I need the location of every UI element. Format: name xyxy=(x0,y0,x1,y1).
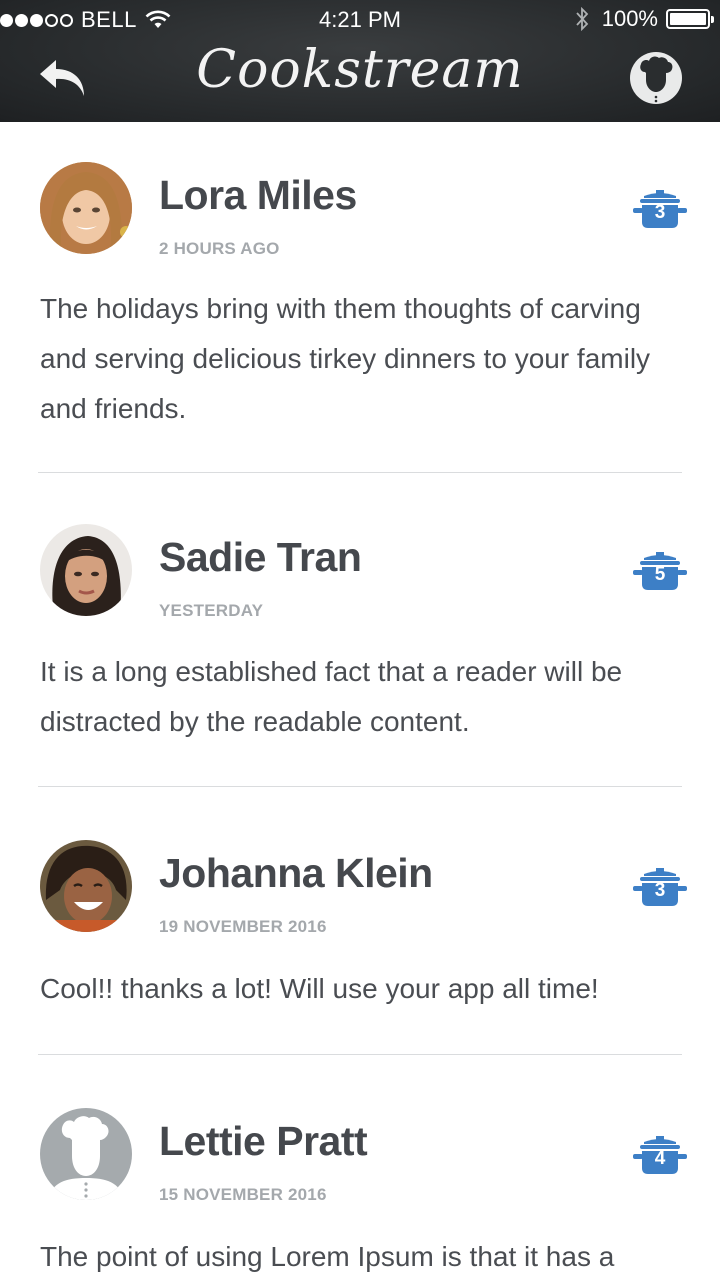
status-bar: BELL 4:21 PM 100% xyxy=(0,0,720,40)
post-timestamp: 19 NOVEMBER 2016 xyxy=(159,917,327,936)
avatar[interactable] xyxy=(40,840,132,932)
author-name[interactable]: Johanna Klein xyxy=(159,850,433,897)
pot-count-badge[interactable]: 5 xyxy=(630,548,690,596)
avatar[interactable] xyxy=(40,1108,132,1200)
battery-percent: 100% xyxy=(601,6,658,31)
pot-count: 4 xyxy=(654,1148,666,1169)
author-name[interactable]: Lora Miles xyxy=(159,172,357,219)
chef-hat-icon[interactable] xyxy=(628,50,684,106)
post-text: Cool!! thanks a lot! Will use your app a… xyxy=(40,973,599,1004)
app-header: BELL 4:21 PM 100% Cookstream xyxy=(0,0,720,122)
pot-count-badge[interactable]: 4 xyxy=(630,1132,690,1180)
post-text: The holidays bring with them thoughts of… xyxy=(40,293,651,424)
divider xyxy=(38,786,682,787)
avatar[interactable] xyxy=(40,162,132,254)
post-timestamp: 15 NOVEMBER 2016 xyxy=(159,1185,327,1204)
avatar[interactable] xyxy=(40,524,132,616)
divider xyxy=(38,472,682,473)
post-timestamp: 2 HOURS AGO xyxy=(159,239,280,258)
pot-count: 3 xyxy=(654,202,666,223)
battery-icon xyxy=(666,9,714,29)
post-text: The point of using Lorem Ipsum is that i… xyxy=(40,1241,615,1272)
pot-count: 3 xyxy=(654,880,666,901)
author-name[interactable]: Lettie Pratt xyxy=(159,1118,368,1165)
post-timestamp: YESTERDAY xyxy=(159,601,264,620)
author-name[interactable]: Sadie Tran xyxy=(159,534,362,581)
app-title: Cookstream xyxy=(196,40,524,100)
pot-count: 5 xyxy=(654,564,666,585)
post-text: It is a long established fact that a rea… xyxy=(40,656,623,737)
bluetooth-icon xyxy=(576,7,588,31)
divider xyxy=(38,1054,682,1055)
pot-count-badge[interactable]: 3 xyxy=(630,864,690,912)
pot-count-badge[interactable]: 3 xyxy=(630,186,690,234)
